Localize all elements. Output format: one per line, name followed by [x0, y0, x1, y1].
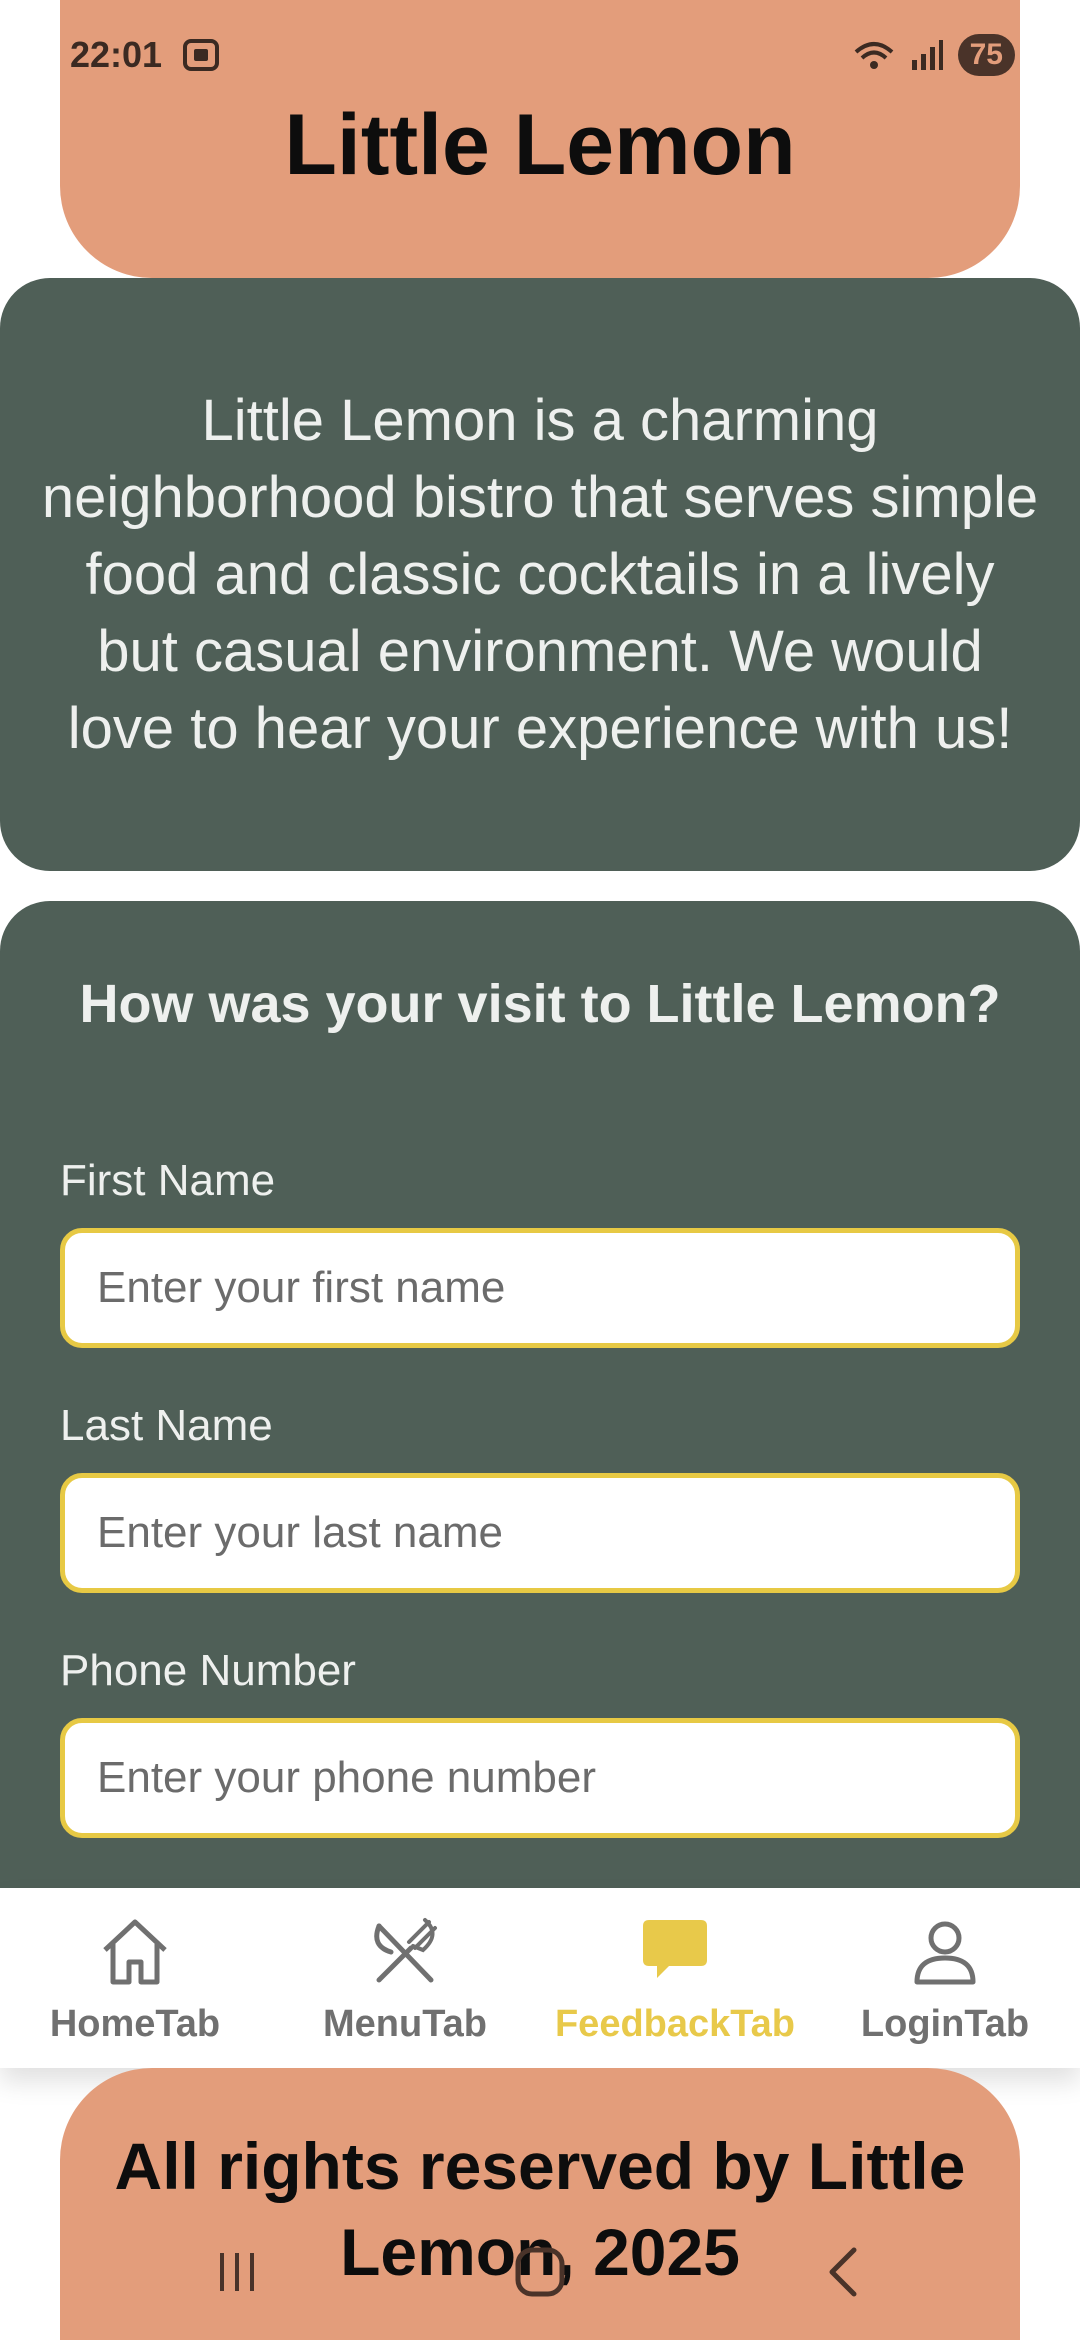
home-icon — [103, 1919, 167, 1985]
tab-feedback-label: FeedbackTab — [554, 2003, 796, 2045]
bottom-tab-bar: HomeTab MenuTab FeedbackTab LoginTab — [0, 1888, 1080, 2068]
battery-indicator: 75 — [957, 34, 1015, 76]
first-name-label: First Name — [60, 1156, 276, 1205]
signal-icon — [911, 40, 943, 70]
phone-number-label: Phone Number — [60, 1646, 356, 1695]
description-text: Little Lemon is a charming neighborhood … — [41, 388, 1039, 761]
last-name-input[interactable] — [60, 1473, 1020, 1593]
tab-home-label: HomeTab — [49, 2003, 221, 2045]
form-heading: How was your visit to Little Lemon? — [79, 974, 1001, 1034]
status-bar: 22:01 75 — [70, 30, 1015, 80]
tab-menu[interactable]: MenuTab — [270, 1888, 540, 2068]
back-icon[interactable] — [818, 2244, 868, 2300]
description-card: Little Lemon is a charming neighborhood … — [0, 278, 1080, 871]
utensils-icon — [374, 1918, 437, 1983]
home-button-icon[interactable] — [512, 2244, 568, 2300]
phone-number-input[interactable] — [60, 1718, 1020, 1838]
tab-login-label: LoginTab — [860, 2003, 1030, 2045]
chat-bubble-icon — [643, 1920, 707, 1978]
recent-apps-icon[interactable] — [212, 2247, 262, 2297]
feedback-form: How was your visit to Little Lemon? Firs… — [0, 901, 1080, 1901]
last-name-label: Last Name — [60, 1401, 273, 1450]
first-name-input[interactable] — [60, 1228, 1020, 1348]
status-left: 22:01 — [70, 34, 220, 76]
wifi-icon — [854, 42, 893, 69]
tab-home[interactable]: HomeTab — [0, 1888, 270, 2068]
tab-feedback[interactable]: FeedbackTab — [540, 1888, 810, 2068]
status-time: 22:01 — [70, 34, 163, 75]
app-title: Little Lemon — [284, 97, 796, 193]
tab-login[interactable]: LoginTab — [810, 1888, 1080, 2068]
tab-menu-label: MenuTab — [323, 2003, 487, 2045]
status-right: 75 — [852, 34, 1015, 76]
system-nav-bar — [0, 2232, 1080, 2312]
screenshot-icon — [183, 39, 220, 71]
app-screen: 22:01 75 Little Lemon Little Lemon is a — [0, 0, 1080, 2340]
user-icon — [914, 1921, 976, 1985]
